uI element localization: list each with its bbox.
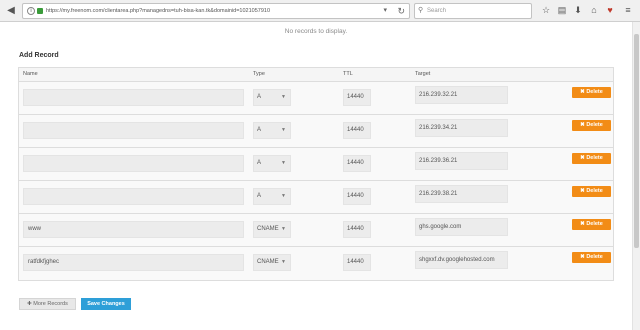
record-name-input[interactable]	[23, 89, 244, 106]
reload-icon[interactable]: ↻	[397, 4, 405, 18]
url-bar[interactable]: i https://my.freenom.com/clientarea.php?m…	[22, 3, 410, 19]
chevron-down-icon: ▼	[281, 127, 286, 133]
menu-icon[interactable]: ≡	[622, 4, 634, 16]
delete-button[interactable]: ✖ Delete	[572, 87, 611, 98]
table-header: Name Type TTL Target	[19, 68, 613, 82]
table-row: A ▼ 14440 216.239.32.21 ✖ Delete	[19, 82, 613, 115]
record-type-value: A	[257, 160, 262, 166]
delete-button[interactable]: ✖ Delete	[572, 153, 611, 164]
record-ttl-input[interactable]: 14440	[343, 254, 371, 271]
record-ttl-input[interactable]: 14440	[343, 155, 371, 172]
close-icon: ✖	[580, 188, 585, 194]
table-row: A ▼ 14440 216.239.34.21 ✖ Delete	[19, 115, 613, 148]
record-type-select[interactable]: A ▼	[253, 155, 291, 172]
close-icon: ✖	[580, 221, 585, 227]
delete-button[interactable]: ✖ Delete	[572, 252, 611, 263]
close-icon: ✖	[580, 122, 585, 128]
browser-toolbar: ◀ i https://my.freenom.com/clientarea.php…	[0, 0, 640, 22]
chevron-down-icon: ▼	[281, 94, 286, 100]
delete-label: Delete	[586, 254, 603, 260]
reading-list-icon[interactable]: ▤	[556, 4, 568, 16]
record-target-input[interactable]: 216.239.38.21	[415, 185, 508, 203]
table-row: A ▼ 14440 216.239.38.21 ✖ Delete	[19, 181, 613, 214]
table-row: www CNAME ▼ 14440 ghs.google.com ✖ Delete	[19, 214, 613, 247]
delete-label: Delete	[586, 89, 603, 95]
chevron-down-icon: ▼	[281, 259, 286, 265]
record-ttl-input[interactable]: 14440	[343, 221, 371, 238]
add-record-heading: Add Record	[19, 52, 59, 59]
more-records-button[interactable]: ✚ More Records	[19, 298, 76, 310]
search-icon: ⚲	[418, 7, 424, 14]
dns-records-table: Name Type TTL Target A ▼ 14440 216.239.32.2…	[18, 67, 614, 281]
star-icon[interactable]: ☆	[540, 4, 552, 16]
close-icon: ✖	[580, 254, 585, 260]
record-type-value: A	[257, 193, 262, 199]
scrollbar[interactable]	[632, 22, 640, 330]
plus-icon: ✚	[27, 301, 32, 307]
header-ttl: TTL	[343, 71, 353, 77]
record-type-value: A	[257, 94, 262, 100]
close-icon: ✖	[580, 89, 585, 95]
home-icon[interactable]: ⌂	[588, 4, 600, 16]
record-type-select[interactable]: A ▼	[253, 122, 291, 139]
record-type-select[interactable]: CNAME ▼	[253, 254, 291, 271]
record-target-input[interactable]: 216.239.34.21	[415, 119, 508, 137]
table-row: ratfdkfjghec CNAME ▼ 14440 shgxxf.dv.googleh…	[19, 247, 613, 280]
record-name-input[interactable]: www	[23, 221, 244, 238]
record-type-select[interactable]: A ▼	[253, 188, 291, 205]
chevron-down-icon: ▼	[281, 226, 286, 232]
record-target-input[interactable]: 216.239.32.21	[415, 86, 508, 104]
delete-button[interactable]: ✖ Delete	[572, 219, 611, 230]
record-ttl-input[interactable]: 14440	[343, 122, 371, 139]
more-records-label: More Records	[33, 301, 68, 307]
chevron-down-icon[interactable]: ▾	[383, 4, 387, 18]
header-name: Name	[23, 71, 38, 77]
close-icon: ✖	[580, 155, 585, 161]
scroll-thumb[interactable]	[634, 34, 639, 248]
url-text: https://my.freenom.com/clientarea.php?ma…	[46, 8, 271, 14]
chevron-down-icon: ▼	[281, 193, 286, 199]
pocket-icon[interactable]: ♥	[604, 4, 616, 16]
record-target-input[interactable]: ghs.google.com	[415, 218, 508, 236]
record-name-input[interactable]: ratfdkfjghec	[23, 254, 244, 271]
record-target-input[interactable]: shgxxf.dv.googlehosted.com	[415, 251, 508, 269]
download-icon[interactable]: ⬇	[572, 4, 584, 16]
record-name-input[interactable]	[23, 188, 244, 205]
chevron-down-icon: ▼	[281, 160, 286, 166]
record-type-value: CNAME	[257, 226, 279, 232]
lock-icon	[37, 7, 43, 14]
record-name-input[interactable]	[23, 155, 244, 172]
record-type-value: A	[257, 127, 262, 133]
delete-label: Delete	[586, 221, 603, 227]
search-input[interactable]: ⚲ Search	[414, 3, 532, 19]
record-type-select[interactable]: CNAME ▼	[253, 221, 291, 238]
delete-label: Delete	[586, 155, 603, 161]
info-icon[interactable]: i	[27, 6, 35, 15]
no-records-message: No records to display.	[284, 28, 348, 35]
delete-button[interactable]: ✖ Delete	[572, 120, 611, 131]
record-type-value: CNAME	[257, 259, 279, 265]
record-type-select[interactable]: A ▼	[253, 89, 291, 106]
back-arrow-icon[interactable]: ◀	[3, 3, 19, 19]
search-placeholder: Search	[427, 8, 447, 14]
delete-label: Delete	[586, 122, 603, 128]
delete-label: Delete	[586, 188, 603, 194]
record-ttl-input[interactable]: 14440	[343, 188, 371, 205]
record-target-input[interactable]: 216.239.36.21	[415, 152, 508, 170]
header-target: Target	[415, 71, 431, 77]
record-name-input[interactable]	[23, 122, 244, 139]
header-type: Type	[253, 71, 265, 77]
record-ttl-input[interactable]: 14440	[343, 89, 371, 106]
table-row: A ▼ 14440 216.239.36.21 ✖ Delete	[19, 148, 613, 181]
delete-button[interactable]: ✖ Delete	[572, 186, 611, 197]
save-changes-button[interactable]: Save Changes	[81, 298, 131, 310]
